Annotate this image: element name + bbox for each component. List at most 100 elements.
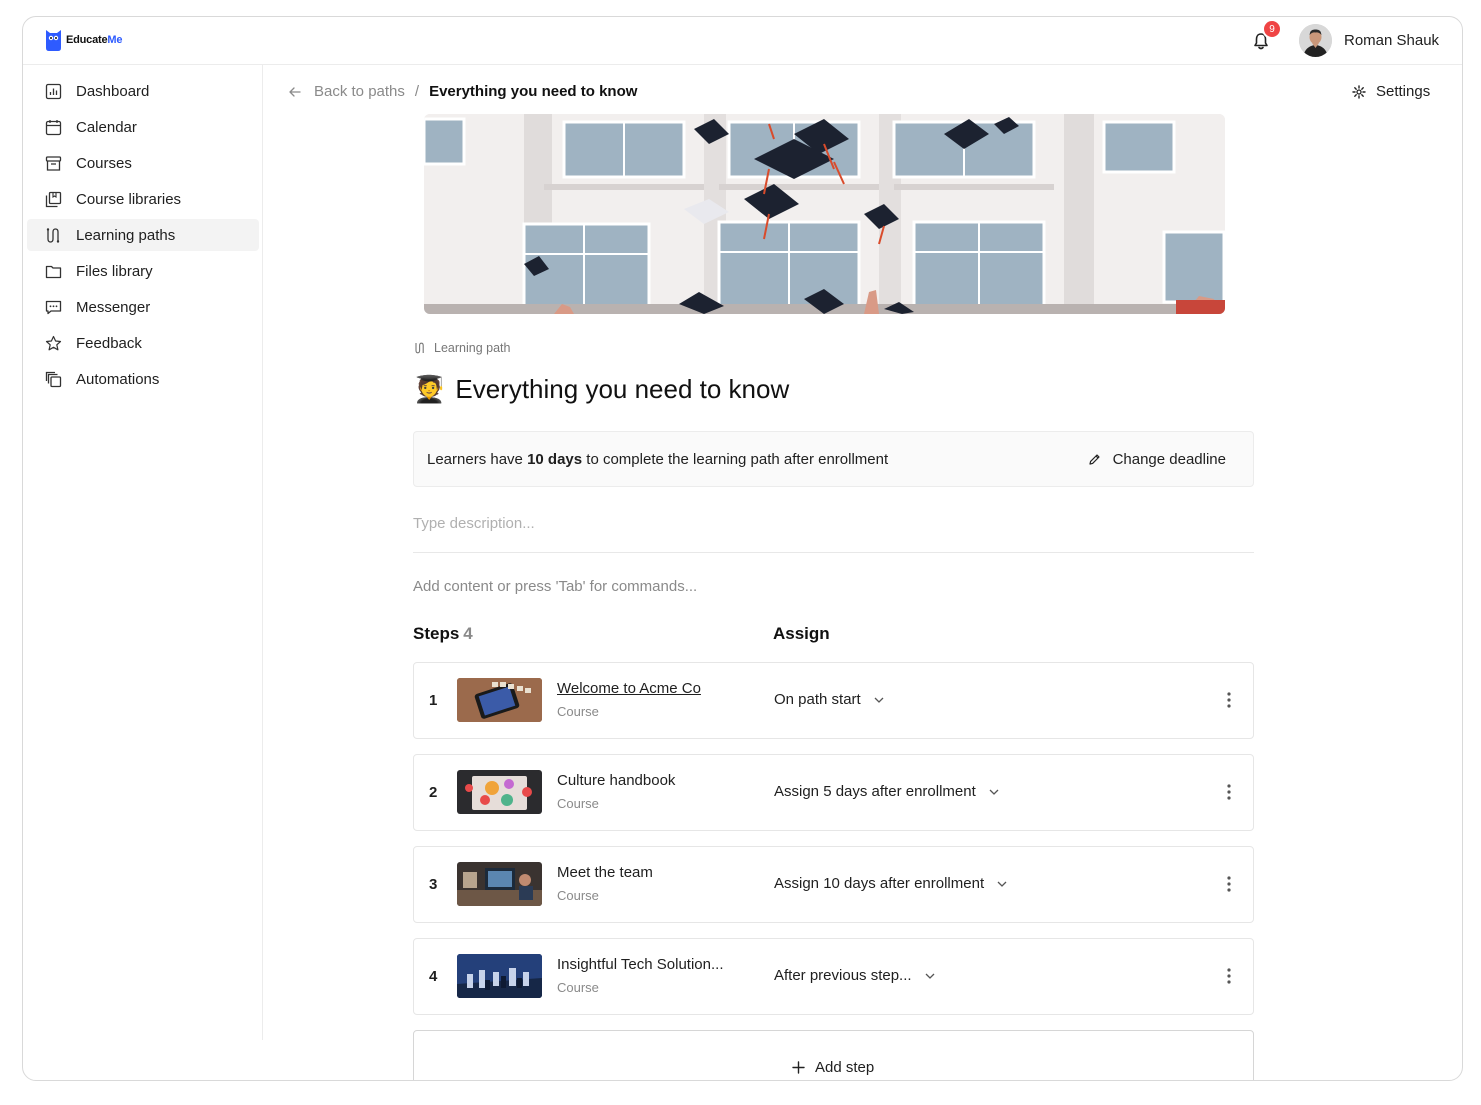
step-number: 2 [429,784,438,801]
step-title[interactable]: Welcome to Acme Co [557,680,701,697]
sidebar-item-label: Files library [76,262,153,280]
step-type: Course [557,796,599,811]
sidebar-item-label: Course libraries [76,190,182,208]
page-title-text[interactable]: Everything you need to know [455,374,789,405]
step-thumbnail [457,770,542,814]
sidebar-item-dashboard[interactable]: Dashboard [27,75,259,107]
back-to-paths-link[interactable]: Back to paths [314,83,405,100]
sidebar-item-automations[interactable]: Automations [27,363,259,395]
notification-badge: 9 [1262,19,1282,39]
course-libraries-icon [45,191,62,207]
settings-label: Settings [1376,83,1431,100]
chevron-down-icon [989,789,999,795]
add-step-button[interactable]: Add step [413,1030,1254,1080]
change-deadline-button[interactable]: Change deadline [1088,451,1226,468]
step-row[interactable]: 4 Insightful Tech Solution... Course Aft… [413,938,1254,1015]
assign-dropdown[interactable]: On path start [774,691,885,708]
page-title[interactable]: 🧑‍🎓 Everything you need to know [413,374,789,405]
logo-text: EducateMe [66,34,122,46]
more-vertical-icon[interactable] [1227,784,1231,800]
deadline-banner: Learners have 10 days to complete the le… [413,431,1254,487]
sidebar-item-course-libraries[interactable]: Course libraries [27,183,259,215]
step-title[interactable]: Meet the team [557,864,653,881]
assign-value: Assign 5 days after enrollment [774,783,976,800]
step-type: Course [557,888,599,903]
learning-paths-icon [415,342,424,354]
assign-value: On path start [774,691,861,708]
star-icon [45,335,62,350]
sidebar-item-calendar[interactable]: Calendar [27,111,259,143]
more-vertical-icon[interactable] [1227,968,1231,984]
calendar-icon [45,119,62,135]
step-thumbnail [457,862,542,906]
step-title[interactable]: Culture handbook [557,772,675,789]
plus-icon [792,1061,805,1074]
steps-heading: Steps 4 [413,624,473,644]
more-vertical-icon[interactable] [1227,876,1231,892]
app-window: EducateMe 9 Roman Shauk Dashboard Calend… [22,16,1463,1081]
deadline-value: 10 days [527,451,583,468]
add-step-label: Add step [815,1059,875,1076]
step-number: 4 [429,968,438,985]
graduation-caps-image [424,114,1225,314]
chat-icon [45,300,62,314]
student-emoji-icon[interactable]: 🧑‍🎓 [413,374,445,405]
arrow-left-icon[interactable] [288,85,302,99]
sidebar-item-label: Calendar [76,118,137,136]
chess-image [457,954,542,998]
sidebar-item-feedback[interactable]: Feedback [27,327,259,359]
sidebar-item-messenger[interactable]: Messenger [27,291,259,323]
step-type: Course [557,704,599,719]
dashboard-icon [45,83,62,99]
settings-button[interactable]: Settings [1352,83,1430,100]
courses-icon [45,155,62,171]
phone-image [457,678,542,722]
assign-dropdown[interactable]: Assign 10 days after enrollment [774,875,1008,892]
sidebar-item-label: Dashboard [76,82,150,100]
step-row[interactable]: 2 Culture handbook Course Assign 5 days … [413,754,1254,831]
logo[interactable]: EducateMe [45,28,122,52]
change-deadline-label: Change deadline [1112,451,1226,468]
avatar-image [1299,24,1332,57]
sidebar-nav: Dashboard Calendar Courses Course librar… [27,75,259,399]
pencil-icon [1088,454,1100,465]
chevron-down-icon [997,881,1007,887]
step-title[interactable]: Insightful Tech Solution... [557,956,724,973]
content-editor-hint[interactable]: Add content or press 'Tab' for commands.… [413,578,697,595]
breadcrumb: Back to paths / Everything you need to k… [288,83,637,100]
assign-dropdown[interactable]: Assign 5 days after enrollment [774,783,1000,800]
automations-icon [45,371,62,387]
top-bar: EducateMe 9 Roman Shauk [23,17,1462,65]
deadline-prefix: Learners have [427,451,528,468]
brand-name-a: Educate [66,34,108,46]
more-vertical-icon[interactable] [1227,692,1231,708]
breadcrumb-separator: / [414,83,420,100]
steps-count: 4 [463,624,473,643]
step-number: 3 [429,876,438,893]
folder-icon [45,265,62,278]
deadline-text: Learners have 10 days to complete the le… [427,451,888,468]
learning-paths-icon [46,227,60,243]
description-input[interactable]: Type description... [413,515,1254,553]
owl-logo-icon [46,30,61,51]
sidebar-item-courses[interactable]: Courses [27,147,259,179]
assign-dropdown[interactable]: After previous step... [774,967,936,984]
assign-value: After previous step... [774,967,912,984]
sidebar-item-label: Messenger [76,298,151,316]
cover-image[interactable] [424,114,1225,314]
sidebar-item-learning-paths[interactable]: Learning paths [27,219,259,251]
step-row[interactable]: 1 Welcome to Acme Co Course On path star… [413,662,1254,739]
team-desk-image [457,862,542,906]
chevron-down-icon [925,973,935,979]
step-number: 1 [429,692,438,709]
deadline-suffix: to complete the learning path after enro… [582,451,889,468]
sidebar-item-label: Feedback [76,334,142,352]
brand-name-b: Me [107,34,123,46]
path-kind-label: Learning path [434,341,511,355]
step-row[interactable]: 3 Meet the team Course Assign 10 days af… [413,846,1254,923]
chevron-down-icon [874,697,884,703]
sidebar-item-files-library[interactable]: Files library [27,255,259,287]
user-name[interactable]: Roman Shauk [1344,32,1439,49]
add-step-content: Add step [792,1059,874,1076]
avatar[interactable] [1299,24,1332,57]
